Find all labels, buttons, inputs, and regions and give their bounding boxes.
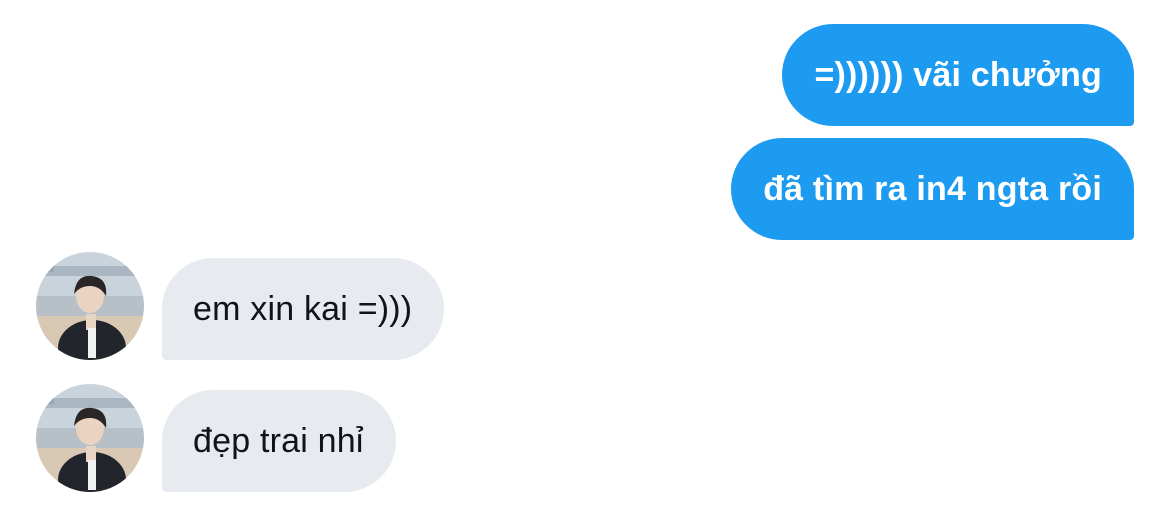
avatar-photo-icon: [36, 252, 144, 360]
contact-avatar[interactable]: [36, 252, 144, 360]
message-text: =)))))) vãi chưởng: [814, 55, 1102, 94]
received-message-bubble[interactable]: đẹp trai nhỉ: [162, 390, 396, 492]
avatar-photo-icon: [36, 384, 144, 492]
contact-avatar[interactable]: [36, 384, 144, 492]
received-message-bubble[interactable]: em xin kai =))): [162, 258, 445, 360]
sent-message-bubble[interactable]: =)))))) vãi chưởng: [782, 24, 1134, 126]
message-text: đã tìm ra in4 ngta rồi: [763, 169, 1102, 208]
sent-message-bubble[interactable]: đã tìm ra in4 ngta rồi: [731, 138, 1134, 240]
message-text: đẹp trai nhỉ: [193, 421, 364, 460]
message-text: em xin kai =))): [193, 289, 413, 328]
